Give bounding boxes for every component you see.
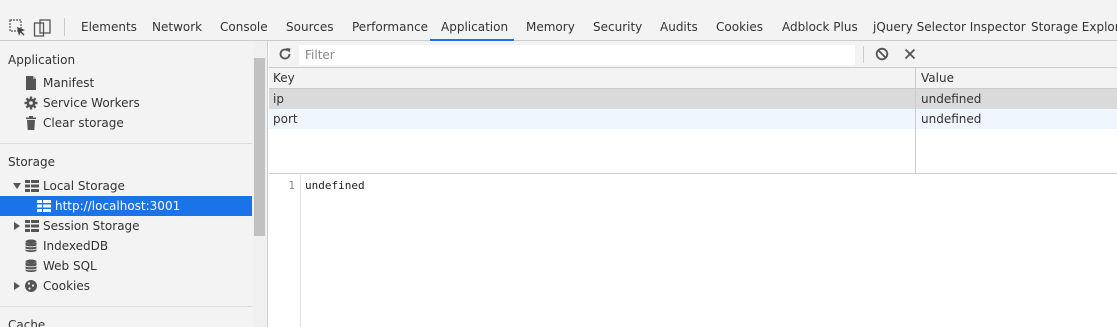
inspect-element-icon[interactable] — [9, 19, 27, 37]
sidebar-item-label: Service Workers — [43, 96, 140, 110]
value-preview-text[interactable]: undefined — [305, 179, 365, 192]
value-preview: 1 undefined — [269, 175, 1117, 327]
column-divider[interactable] — [915, 68, 916, 174]
sidebar-item-indexeddb[interactable]: IndexedDB — [0, 236, 252, 256]
section-title-application: Application — [8, 53, 76, 67]
database-icon — [25, 259, 37, 272]
column-header-value[interactable]: Value — [917, 68, 954, 88]
database-icon — [25, 239, 37, 252]
section-title-storage: Storage — [8, 155, 55, 169]
toolbar-divider — [863, 46, 864, 63]
sidebar-item-local-storage[interactable]: Local Storage — [0, 176, 252, 196]
table-cell-key: port — [273, 112, 298, 126]
sidebar-item-session-storage[interactable]: Session Storage — [0, 216, 252, 236]
tab-audits[interactable]: Audits — [660, 13, 698, 41]
tab-sources[interactable]: Sources — [286, 13, 333, 41]
section-title-cache: Cache — [8, 318, 46, 327]
filter-input[interactable] — [299, 45, 855, 65]
gear-icon — [24, 96, 38, 110]
storage-toolbar — [269, 41, 1117, 68]
table-icon — [25, 220, 39, 232]
key-value-table: Key Value ip undefined port undefined — [269, 68, 1117, 174]
sidebar-item-label: IndexedDB — [43, 239, 109, 253]
tab-cookies[interactable]: Cookies — [716, 13, 763, 41]
application-sidebar: Application Manifest Service Workers Cle… — [0, 41, 268, 327]
clear-all-icon[interactable] — [875, 47, 889, 61]
tab-network[interactable]: Network — [152, 13, 202, 41]
sidebar-item-label: Clear storage — [43, 116, 124, 130]
sidebar-item-label: Session Storage — [43, 219, 140, 233]
tab-performance[interactable]: Performance — [352, 13, 428, 41]
table-icon — [37, 200, 51, 212]
sidebar-item-cookies[interactable]: Cookies — [0, 276, 252, 296]
tab-adblock-plus[interactable]: Adblock Plus — [782, 13, 858, 41]
storage-main-panel: Key Value ip undefined port undefined 1 … — [269, 41, 1117, 327]
tab-application[interactable]: Application — [441, 13, 508, 41]
cookie-icon — [25, 280, 37, 292]
table-cell-key: ip — [273, 92, 284, 106]
table-cell-value: undefined — [921, 92, 982, 106]
delete-selected-icon[interactable] — [903, 47, 917, 61]
devtools-tabbar: Elements Network Console Sources Perform… — [0, 0, 1117, 41]
table-header: Key Value — [269, 68, 1117, 89]
trash-icon — [26, 116, 36, 130]
sidebar-item-label: Cookies — [43, 279, 90, 293]
table-row[interactable]: port undefined — [269, 109, 1117, 129]
chevron-right-icon[interactable] — [14, 222, 20, 230]
line-number: 1 — [288, 179, 295, 192]
device-toolbar-icon[interactable] — [33, 19, 51, 37]
chevron-down-icon[interactable] — [13, 183, 21, 189]
refresh-icon[interactable] — [278, 47, 292, 61]
section-divider — [0, 306, 252, 307]
toolbar-divider — [64, 18, 65, 36]
document-icon — [26, 76, 36, 90]
sidebar-item-localhost-origin[interactable]: http://localhost:3001 — [0, 196, 252, 216]
sidebar-item-manifest[interactable]: Manifest — [0, 73, 252, 93]
sidebar-item-clear-storage[interactable]: Clear storage — [0, 113, 252, 133]
tab-jquery-selector-inspector[interactable]: jQuery Selector Inspector — [873, 13, 1026, 41]
sidebar-item-label: http://localhost:3001 — [55, 199, 181, 213]
line-gutter: 1 — [269, 175, 301, 327]
tab-memory[interactable]: Memory — [526, 13, 575, 41]
section-divider — [0, 143, 252, 144]
tab-storage-explorer[interactable]: Storage Explorer — [1031, 13, 1117, 41]
sidebar-item-label: Local Storage — [43, 179, 125, 193]
tab-security[interactable]: Security — [593, 13, 642, 41]
sidebar-item-service-workers[interactable]: Service Workers — [0, 93, 252, 113]
chevron-right-icon[interactable] — [14, 282, 20, 290]
sidebar-item-label: Web SQL — [43, 259, 97, 273]
table-row[interactable]: ip undefined — [269, 89, 1117, 109]
column-header-key[interactable]: Key — [269, 68, 295, 88]
tab-elements[interactable]: Elements — [81, 13, 137, 41]
table-cell-value: undefined — [921, 112, 982, 126]
sidebar-item-label: Manifest — [43, 76, 95, 90]
tab-console[interactable]: Console — [220, 13, 268, 41]
sidebar-scrollbar-thumb[interactable] — [254, 58, 265, 236]
table-icon — [25, 180, 39, 192]
sidebar-item-websql[interactable]: Web SQL — [0, 256, 252, 276]
